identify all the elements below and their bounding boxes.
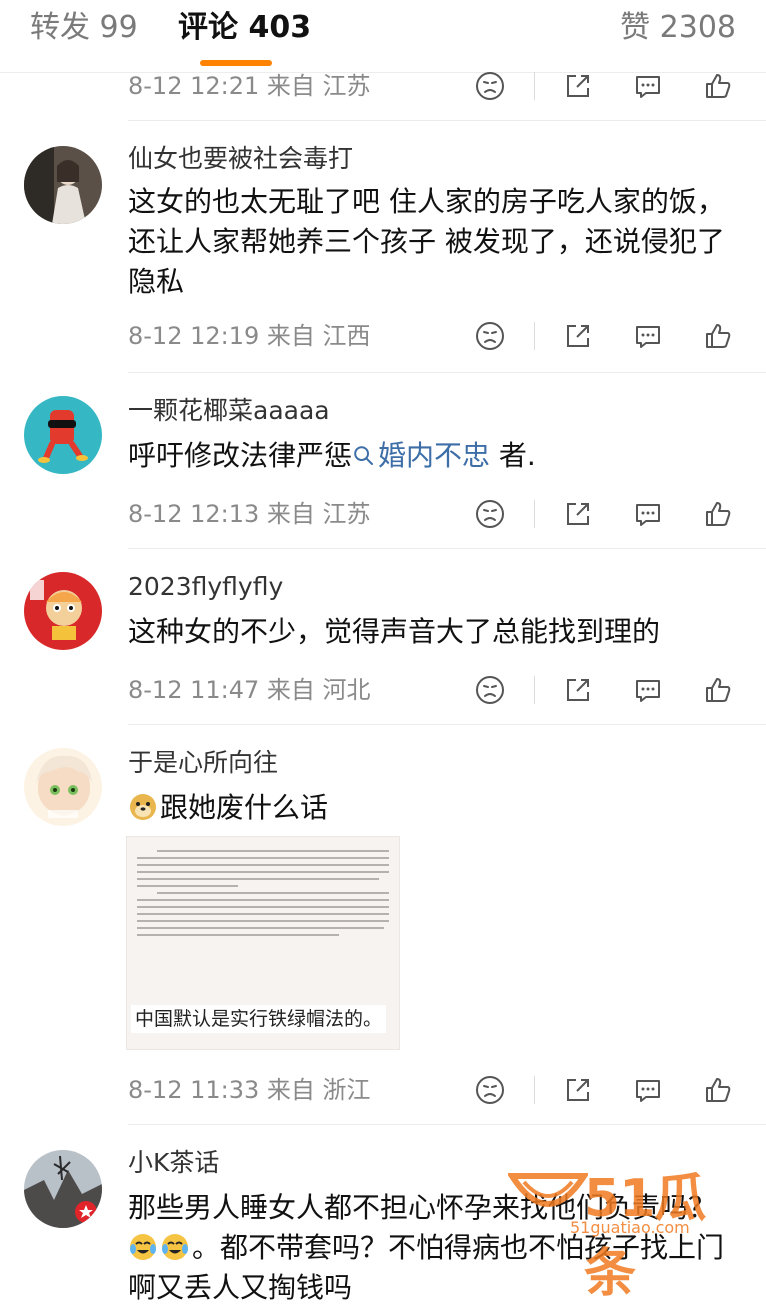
comment-meta: 8-12 11:47 来自 河北: [128, 670, 748, 710]
comment-username[interactable]: 小K茶话: [128, 1146, 219, 1180]
comment-divider: [128, 1124, 766, 1125]
comment-meta: 8-12 12:19 来自 江西: [128, 316, 748, 356]
dislike-icon[interactable]: [474, 674, 506, 706]
meta-separator: [534, 676, 535, 704]
comment-divider: [128, 120, 766, 121]
reply-icon[interactable]: [632, 320, 664, 352]
share-icon[interactable]: [562, 1074, 594, 1106]
watermelon-logo-icon: [508, 1173, 588, 1207]
meta-separator: [534, 500, 535, 528]
comment-username[interactable]: 一颗花椰菜aaaaa: [128, 394, 330, 428]
comment-time-location: 8-12 12:19 来自 江西: [128, 322, 371, 350]
image-text-lines: [137, 845, 389, 941]
dislike-icon[interactable]: [474, 70, 506, 102]
comment-text: 这女的也太无耻了吧 住人家的房子吃人家的饭，还让人家帮她养三个孩子 被发现了，还…: [128, 185, 725, 298]
comment-image[interactable]: 中国默认是实行铁绿帽法的。: [126, 836, 400, 1050]
comment-time-location: 8-12 12:21 来自 江苏: [128, 72, 371, 100]
watermark-url: 51guatiao.com: [570, 1218, 690, 1237]
avatar[interactable]: [24, 146, 102, 224]
avatar[interactable]: [24, 396, 102, 474]
meta-separator: [534, 72, 535, 100]
dislike-icon[interactable]: [474, 498, 506, 530]
comment-text: 跟她废什么话: [128, 788, 738, 828]
comment-text-part: 呼吁修改法律严惩: [128, 439, 353, 472]
like-icon[interactable]: [702, 498, 734, 530]
reply-icon[interactable]: [632, 498, 664, 530]
comment-tabs: 转发 99 评论 403 赞 2308: [0, 0, 766, 73]
tab-reposts[interactable]: 转发 99: [30, 8, 138, 48]
search-icon: [354, 446, 374, 465]
comment-divider: [128, 724, 766, 725]
share-icon[interactable]: [562, 674, 594, 706]
site-watermark: 51瓜条 51guatiao.com: [508, 1162, 748, 1304]
comment-meta: 8-12 12:21 来自 江苏: [128, 66, 748, 106]
dislike-icon[interactable]: [474, 1074, 506, 1106]
share-icon[interactable]: [562, 320, 594, 352]
reply-icon[interactable]: [632, 674, 664, 706]
comment-time-location: 8-12 11:33 来自 浙江: [128, 1076, 371, 1104]
comment-username[interactable]: 仙女也要被社会毒打: [128, 142, 353, 176]
topic-link-label: 婚内不忠: [378, 439, 491, 472]
comment-meta: 8-12 11:33 来自 浙江: [128, 1070, 748, 1110]
comment-divider: [128, 372, 766, 373]
comment-time-location: 8-12 12:13 来自 江苏: [128, 500, 371, 528]
comment-text-part: 者.: [490, 439, 536, 472]
tab-likes[interactable]: 赞 2308: [620, 8, 736, 48]
doge-emoji-icon: [130, 794, 156, 820]
reply-icon[interactable]: [632, 70, 664, 102]
topic-link[interactable]: 婚内不忠: [352, 439, 490, 472]
like-icon[interactable]: [702, 674, 734, 706]
comment-divider: [128, 548, 766, 549]
tab-comments[interactable]: 评论 403: [178, 8, 311, 48]
share-icon[interactable]: [562, 70, 594, 102]
avatar[interactable]: [24, 572, 102, 650]
comment-text: 呼吁修改法律严惩 婚内不忠 者.: [128, 436, 738, 476]
crying-laugh-emoji-icon: [162, 1234, 188, 1260]
comment-text: 这种女的不少，觉得声音大了总能找到理的: [128, 615, 661, 648]
like-icon[interactable]: [702, 70, 734, 102]
crying-laugh-emoji-icon: [130, 1234, 156, 1260]
meta-separator: [534, 322, 535, 350]
avatar[interactable]: [24, 1150, 102, 1228]
comment-meta: 8-12 12:13 来自 江苏: [128, 494, 748, 534]
comment-username[interactable]: 2023flyflyfly: [128, 570, 283, 604]
dislike-icon[interactable]: [474, 320, 506, 352]
avatar[interactable]: [24, 748, 102, 826]
comment-time-location: 8-12 11:47 来自 河北: [128, 676, 371, 704]
comment-username[interactable]: 于是心所向往: [128, 746, 278, 780]
share-icon[interactable]: [562, 498, 594, 530]
reply-icon[interactable]: [632, 1074, 664, 1106]
meta-separator: [534, 1076, 535, 1104]
image-caption: 中国默认是实行铁绿帽法的。: [131, 1005, 387, 1033]
like-icon[interactable]: [702, 1074, 734, 1106]
like-icon[interactable]: [702, 320, 734, 352]
comment-text-part: 跟她废什么话: [160, 791, 329, 824]
